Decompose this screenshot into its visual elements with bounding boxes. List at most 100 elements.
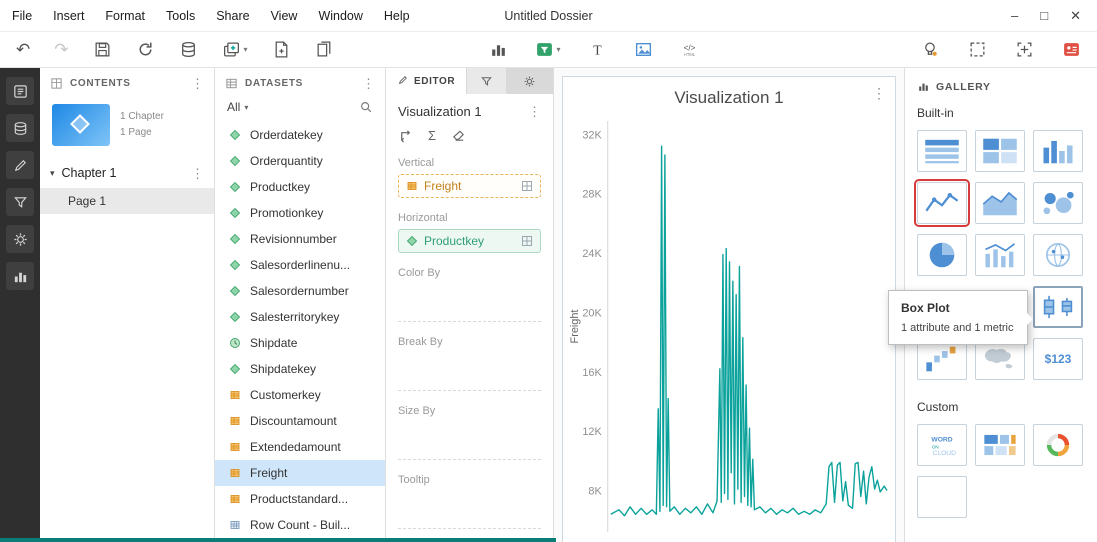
dataset-field-row-count-buil-[interactable]: Row Count - Buil... (215, 512, 385, 538)
contents-kebab-icon[interactable]: ⋮ (191, 77, 204, 90)
insert-text-button[interactable]: T (588, 40, 607, 59)
drop-zone-break-by[interactable]: Break By (398, 336, 541, 391)
eraser-icon[interactable] (451, 128, 466, 143)
rail-settings-button[interactable] (6, 225, 34, 253)
editor-kebab-icon[interactable]: ⋮ (528, 105, 541, 118)
dataset-field-shipdatekey[interactable]: Shipdatekey (215, 356, 385, 382)
grid-icon[interactable] (521, 180, 533, 192)
gallery-tile-geo-map[interactable] (1033, 234, 1083, 276)
gallery-tile-matrix[interactable] (975, 424, 1025, 466)
save-button[interactable] (93, 40, 112, 59)
duplicate-page-button[interactable] (315, 40, 334, 59)
menu-share[interactable]: Share (216, 9, 249, 23)
dataset-filter-caret-icon[interactable]: ▾ (244, 103, 248, 112)
drop-zone-tooltip[interactable]: Tooltip (398, 474, 541, 529)
chapter-collapse-icon[interactable]: ▾ (50, 168, 55, 179)
menu-view[interactable]: View (271, 9, 298, 23)
auto-arrange-button[interactable] (1015, 40, 1034, 59)
menu-help[interactable]: Help (384, 9, 410, 23)
gallery-tile-area-chart[interactable] (975, 182, 1025, 224)
dataset-field-customerkey[interactable]: Customerkey (215, 382, 385, 408)
dataset-field-salesorderlinenu-[interactable]: Salesorderlinenu... (215, 252, 385, 278)
tab-properties[interactable] (506, 68, 553, 94)
gallery-tile-ring[interactable] (1033, 424, 1083, 466)
dataset-field-freight[interactable]: Freight (215, 460, 385, 486)
insert-image-button[interactable] (634, 40, 653, 59)
dataset-field-productkey[interactable]: Productkey (215, 174, 385, 200)
add-data-caret-icon[interactable]: ▾ (244, 45, 248, 54)
minimize-button[interactable]: – (1011, 8, 1018, 24)
drop-zone-empty-area[interactable] (398, 491, 541, 529)
drop-zone-size-by[interactable]: Size By (398, 405, 541, 460)
rail-filters-button[interactable] (6, 188, 34, 216)
gallery-tile-line-chart[interactable] (917, 182, 967, 224)
drop-zone-empty-area[interactable] (398, 284, 541, 322)
close-button[interactable]: ✕ (1070, 8, 1081, 24)
chapter-item[interactable]: ▾ Chapter 1 ⋮ (40, 158, 214, 188)
dataset-field-salesordernumber[interactable]: Salesordernumber (215, 278, 385, 304)
tab-editor[interactable]: EDITOR (386, 68, 466, 94)
rail-format-button[interactable] (6, 151, 34, 179)
menu-window[interactable]: Window (318, 9, 362, 23)
insert-filter-caret-icon[interactable]: ▾ (557, 45, 561, 54)
drop-zone-color-by[interactable]: Color By (398, 267, 541, 322)
dataset-field-productstandard-[interactable]: Productstandard... (215, 486, 385, 512)
manage-datasets-button[interactable] (179, 40, 198, 59)
add-data-button[interactable]: ▾ (222, 40, 248, 59)
insert-page-button[interactable] (272, 40, 291, 59)
insert-filter-button[interactable]: ▾ (535, 40, 561, 59)
chip-productkey[interactable]: Productkey (398, 229, 541, 253)
insights-button[interactable] (921, 40, 940, 59)
fit-to-window-button[interactable] (968, 40, 987, 59)
search-icon[interactable] (359, 100, 373, 114)
swap-axes-icon[interactable] (398, 128, 413, 143)
menu-file[interactable]: File (12, 9, 32, 23)
dataset-field-extendedamount[interactable]: Extendedamount (215, 434, 385, 460)
rail-datasets-button[interactable] (6, 114, 34, 142)
dataset-field-promotionkey[interactable]: Promotionkey (215, 200, 385, 226)
drop-zone-vertical[interactable]: VerticalFreight (398, 157, 541, 198)
grid-icon[interactable] (521, 235, 533, 247)
dataset-field-discountamount[interactable]: Discountamount (215, 408, 385, 434)
drop-zone-horizontal[interactable]: HorizontalProductkey (398, 212, 541, 253)
datasets-kebab-icon[interactable]: ⋮ (362, 77, 375, 90)
menu-format[interactable]: Format (105, 9, 145, 23)
chip-freight[interactable]: Freight (398, 174, 541, 198)
dataset-filter-value[interactable]: All (227, 100, 240, 114)
insert-html-button[interactable]: </>HTML (680, 40, 699, 59)
sigma-icon[interactable]: Σ (428, 128, 436, 143)
dataset-field-shipdate[interactable]: Shipdate (215, 330, 385, 356)
dataset-field-orderquantity[interactable]: Orderquantity (215, 148, 385, 174)
gallery-tile-grid[interactable] (917, 130, 967, 172)
gallery-tile-bubble-chart[interactable] (1033, 182, 1083, 224)
gallery-tile-combo-chart[interactable] (975, 234, 1025, 276)
gallery-tile-pie-chart[interactable] (917, 234, 967, 276)
dataset-field-salesterritorykey[interactable]: Salesterritorykey (215, 304, 385, 330)
rail-visualization-gallery-button[interactable] (6, 262, 34, 290)
drop-zone-empty-area[interactable] (398, 353, 541, 391)
visualization-card[interactable]: Visualization 1 ⋮ 32K28K24K20K16K12K8KFr… (562, 76, 896, 542)
tab-filter[interactable] (466, 68, 506, 94)
page-item-selected[interactable]: Page 1 (40, 188, 214, 214)
visualization-kebab-icon[interactable]: ⋮ (872, 86, 886, 100)
dataset-field-orderdatekey[interactable]: Orderdatekey (215, 122, 385, 148)
rail-contents-button[interactable] (6, 77, 34, 105)
gallery-tile-partial-tile[interactable] (917, 476, 967, 518)
chapter-kebab-icon[interactable]: ⋮ (191, 167, 204, 180)
gallery-tile-box-plot[interactable] (1033, 286, 1083, 328)
gallery-tile-word-cloud[interactable]: WORDONCLOUD (917, 424, 967, 466)
refresh-button[interactable] (136, 40, 155, 59)
dossier-thumbnail[interactable] (52, 104, 110, 146)
dataset-field-revisionnumber[interactable]: Revisionnumber (215, 226, 385, 252)
gallery-tile-bar-chart[interactable] (1033, 130, 1083, 172)
undo-button[interactable]: ↶ (16, 41, 30, 58)
presentation-mode-button[interactable] (1062, 40, 1081, 59)
menu-insert[interactable]: Insert (53, 9, 84, 23)
gallery-tile-kpi[interactable]: $123 (1033, 338, 1083, 380)
maximize-button[interactable]: □ (1040, 8, 1048, 24)
redo-button[interactable]: ↷ (54, 41, 68, 58)
gallery-tile-heat-map[interactable] (975, 130, 1025, 172)
insert-visualization-button[interactable] (489, 40, 508, 59)
drop-zone-empty-area[interactable] (398, 422, 541, 460)
menu-tools[interactable]: Tools (166, 9, 195, 23)
